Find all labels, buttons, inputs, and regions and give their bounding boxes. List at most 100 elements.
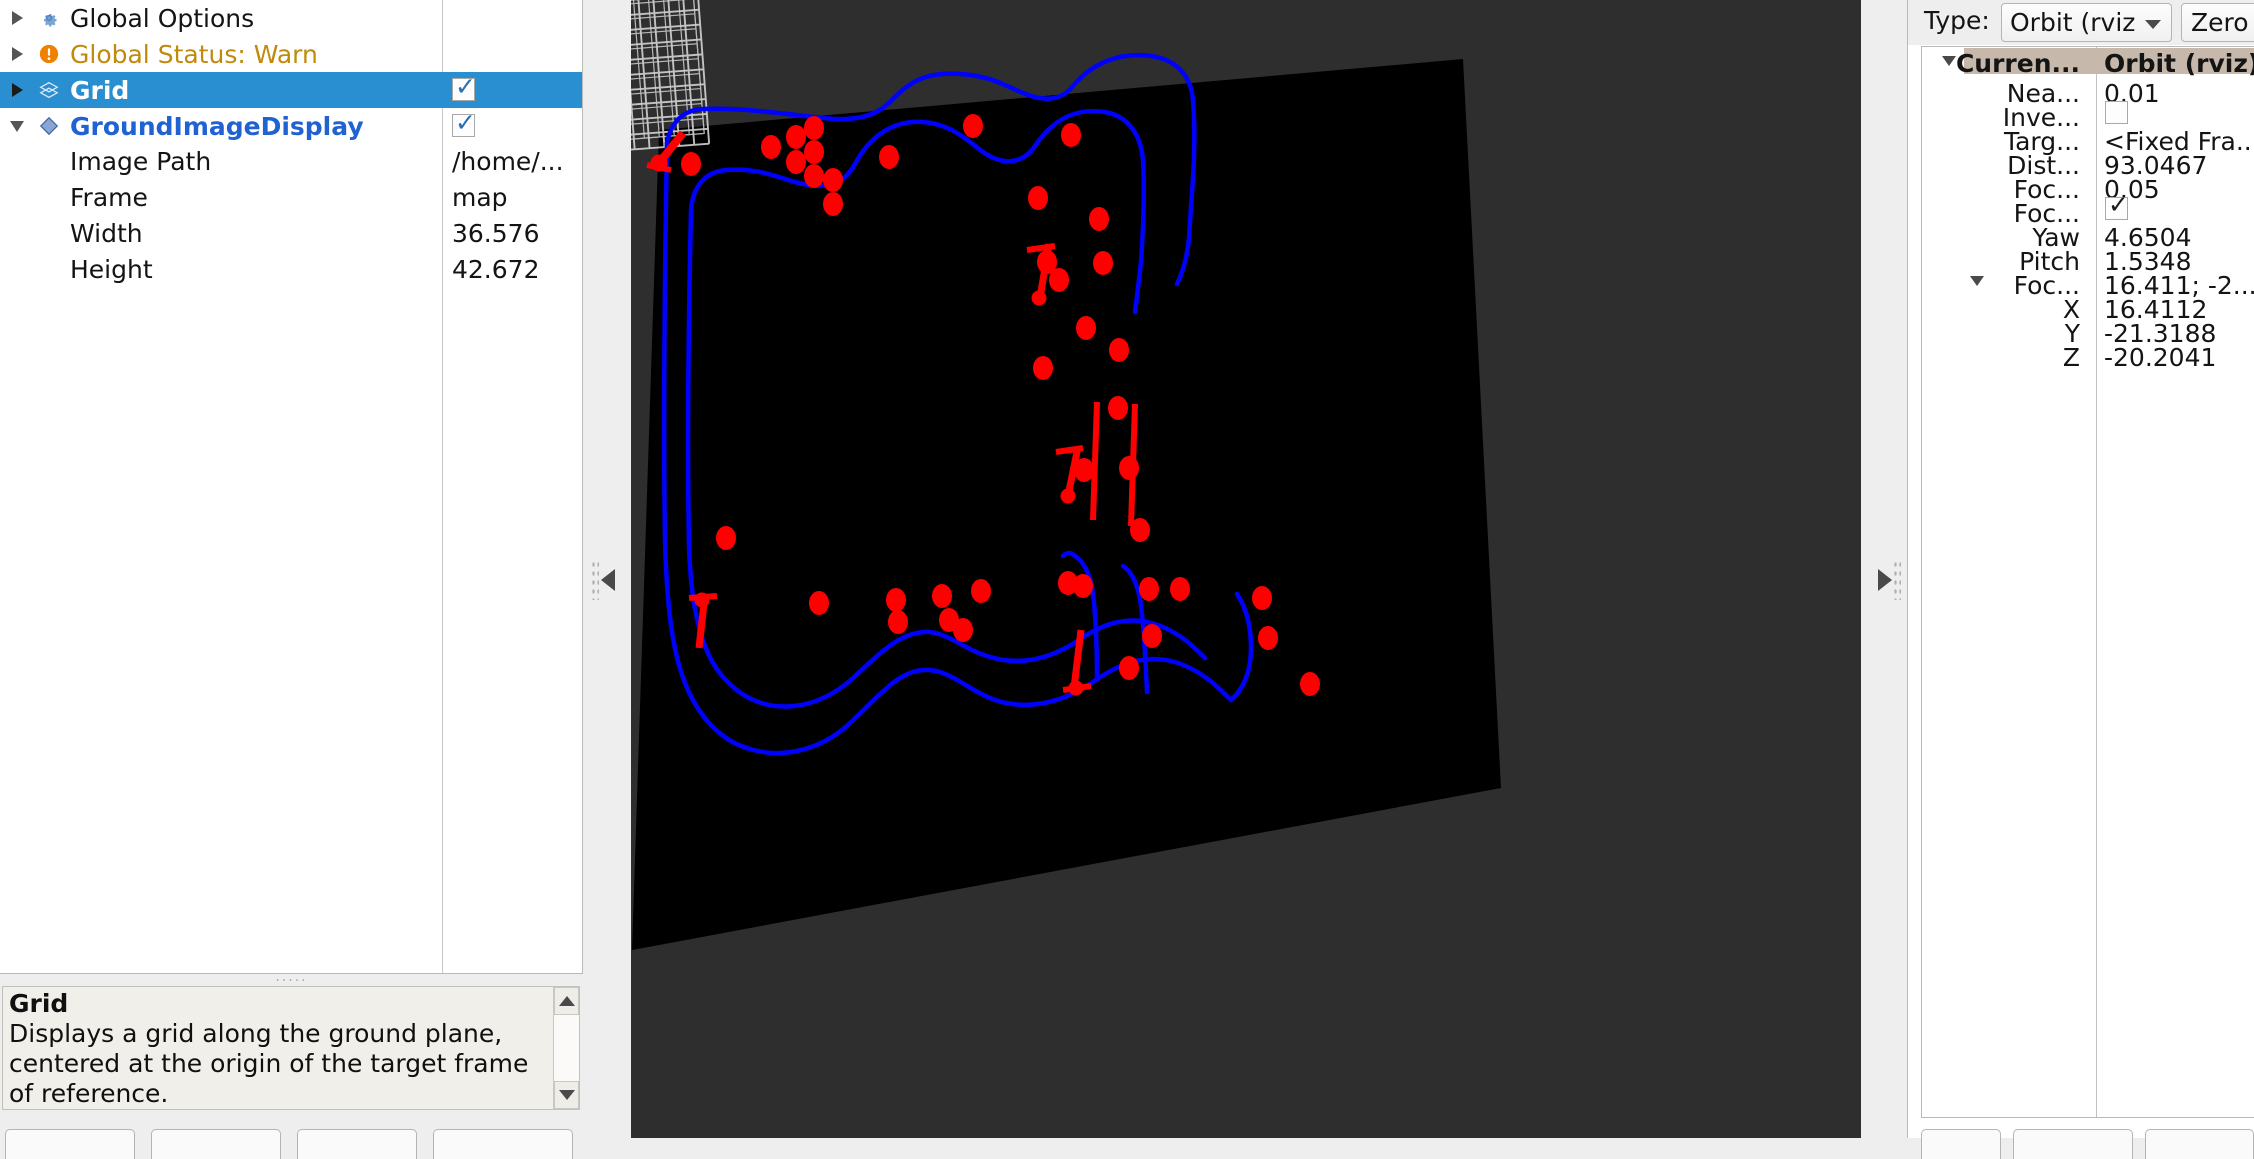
expander-expanded-icon[interactable] — [0, 108, 34, 144]
views-property-tree[interactable]: Curren... Orbit (rviz) Nea... 0.01 Inve.… — [1921, 46, 2254, 1118]
scene-svg — [631, 0, 1501, 950]
displays-remove-button[interactable] — [297, 1129, 417, 1159]
views-row-current[interactable]: Curren... Orbit (rviz) — [1922, 49, 2254, 78]
left-panel-collapse-strip[interactable] — [584, 0, 631, 1138]
grid-enabled-checkbox[interactable]: ✓ — [452, 74, 476, 101]
views-toolbar: Type: Orbit (rviz Zero — [1908, 0, 2254, 45]
invert-z-checkbox[interactable] — [2105, 101, 2128, 124]
cone-marker — [932, 584, 952, 608]
scroll-down-button[interactable] — [554, 1081, 579, 1109]
views-row-value[interactable]: -20.2041 — [2104, 343, 2216, 372]
expander-collapsed-icon[interactable] — [0, 36, 34, 72]
views-remove-button[interactable] — [2145, 1129, 2254, 1159]
cone-marker — [681, 152, 701, 176]
views-save-button[interactable] — [2013, 1129, 2133, 1159]
property-value[interactable]: map — [452, 183, 508, 212]
type-label: Type: — [1924, 6, 1990, 35]
splitter-grip-icon: ····· — [275, 973, 308, 989]
path-segment — [1128, 403, 1138, 527]
property-name: Frame — [70, 183, 148, 212]
cone-marker — [953, 618, 973, 642]
warning-icon — [34, 36, 64, 72]
right-panel-collapse-strip[interactable] — [1861, 0, 1908, 1138]
zero-button[interactable]: Zero — [2181, 3, 2254, 42]
tree-row-grid[interactable]: Grid — [0, 72, 582, 108]
property-row-frame[interactable]: Frame map — [0, 180, 582, 216]
tree-row-label: GroundImageDisplay — [70, 111, 364, 141]
cone-marker — [1033, 356, 1053, 380]
ground-image-plane — [632, 59, 1501, 950]
tree-row-label: Global Status: Warn — [70, 39, 318, 69]
description-box: Grid Displays a grid along the ground pl… — [2, 986, 580, 1110]
displays-duplicate-button[interactable] — [151, 1129, 281, 1159]
description-text: Grid Displays a grid along the ground pl… — [9, 989, 552, 1109]
cone-marker — [761, 135, 781, 159]
cone-marker — [1093, 251, 1113, 275]
description-body: Displays a grid along the ground plane, … — [9, 1019, 529, 1108]
path-segment — [1090, 401, 1100, 521]
cone-marker — [888, 610, 908, 634]
check-icon: ✓ — [455, 108, 476, 137]
cone-marker — [823, 192, 843, 216]
cone-marker — [786, 150, 806, 174]
check-icon: ✓ — [2108, 190, 2129, 219]
views-row-focal-point-z[interactable]: Z -20.2041 — [1922, 343, 2254, 372]
property-name: Image Path — [70, 147, 212, 176]
ground-image-enabled-checkbox[interactable]: ✓ — [452, 110, 476, 137]
views-panel: Type: Orbit (rviz Zero Curren... Orbit (… — [1908, 0, 2254, 1159]
cone-marker — [1142, 624, 1162, 648]
cone-marker — [963, 114, 983, 138]
cone-marker — [786, 125, 806, 149]
view-type-combobox[interactable]: Orbit (rviz — [2001, 3, 2172, 42]
cone-marker — [1108, 396, 1128, 420]
cone-marker — [804, 164, 824, 188]
zero-button-label: Zero — [2191, 8, 2249, 37]
chevron-down-icon — [2145, 20, 2161, 29]
expander-collapsed-icon[interactable] — [0, 72, 34, 108]
scroll-track[interactable] — [554, 1015, 579, 1081]
property-row-image-path[interactable]: Image Path /home/... — [0, 144, 582, 180]
cone-marker — [1300, 672, 1320, 696]
focal-shape-fixed-checkbox[interactable]: ✓ — [2105, 192, 2129, 220]
cone-marker — [886, 588, 906, 612]
scroll-up-button[interactable] — [554, 987, 579, 1015]
property-value[interactable]: /home/... — [452, 147, 564, 176]
tree-row-ground-image-display[interactable]: GroundImageDisplay — [0, 108, 582, 144]
property-row-width[interactable]: Width 36.576 — [0, 216, 582, 252]
gear-icon — [34, 0, 64, 36]
tree-row-global-status[interactable]: Global Status: Warn — [0, 36, 582, 72]
diamond-icon — [34, 108, 64, 144]
expander-collapsed-icon[interactable] — [0, 0, 34, 36]
property-value[interactable]: 36.576 — [452, 219, 539, 248]
cone-marker — [823, 168, 843, 192]
tree-row-label: Grid — [70, 75, 130, 105]
property-row-height[interactable]: Height 42.672 — [0, 252, 582, 288]
view-type-value: Orbit (rviz — [2010, 8, 2136, 37]
collapse-left-icon[interactable] — [584, 560, 631, 600]
cone-marker — [809, 591, 829, 615]
cone-marker — [879, 145, 899, 169]
views-zero-bottom-button[interactable] — [1921, 1129, 2001, 1159]
triangle-down-icon — [558, 1090, 575, 1100]
cone-marker — [1076, 316, 1096, 340]
views-row-name: Curren... — [1955, 49, 2080, 78]
description-scrollbar[interactable] — [553, 987, 579, 1109]
views-row-value: Orbit (rviz) — [2104, 49, 2254, 78]
cone-marker — [1170, 577, 1190, 601]
property-name: Width — [70, 219, 143, 248]
cone-marker — [1073, 574, 1093, 598]
property-value[interactable]: 42.672 — [452, 255, 539, 284]
cone-marker — [1139, 577, 1159, 601]
displays-rename-button[interactable] — [433, 1129, 573, 1159]
displays-tree[interactable]: Global Options Global Status: Warn Grid … — [0, 0, 583, 974]
cone-marker — [1119, 656, 1139, 680]
property-name: Height — [70, 255, 153, 284]
cone-marker — [1109, 338, 1129, 362]
tree-row-global-options[interactable]: Global Options — [0, 0, 582, 36]
description-title: Grid — [9, 989, 69, 1018]
triangle-up-icon — [558, 996, 575, 1006]
displays-add-button[interactable] — [5, 1129, 135, 1159]
views-row-name: Z — [2062, 343, 2080, 372]
render-viewport-3d[interactable] — [631, 0, 1861, 1138]
cone-marker — [804, 140, 824, 164]
